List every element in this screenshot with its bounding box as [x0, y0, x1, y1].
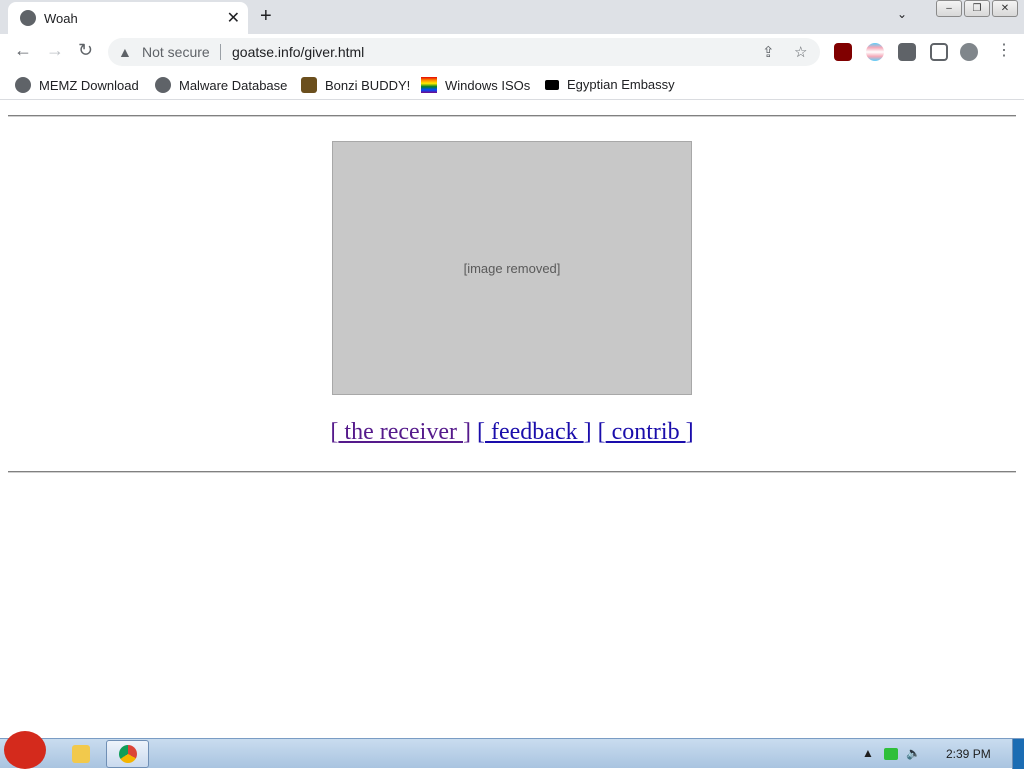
- bookmark-label: Windows ISOs: [445, 77, 531, 93]
- back-button[interactable]: ←: [14, 40, 32, 61]
- new-tab-button[interactable]: +: [260, 5, 272, 28]
- minimize-button[interactable]: –: [936, 0, 962, 17]
- link-feedback[interactable]: [ feedback ]: [477, 419, 592, 445]
- nav-links: [ the receiver ] [ feedback ] [ contrib …: [0, 419, 1024, 446]
- omnibox-separator: [220, 44, 221, 60]
- bookmark-windows-isos[interactable]: Windows ISOs: [421, 77, 530, 93]
- top-rule: [8, 115, 1016, 117]
- bookmark-star-icon[interactable]: ☆: [794, 43, 807, 61]
- bonzi-icon: [301, 77, 317, 93]
- browser-toolbar: ← → ↻ ▲ Not secure goatse.info/giver.htm…: [0, 34, 1024, 70]
- tab-search-icon[interactable]: ⌄: [897, 7, 907, 21]
- ublock-extension-icon[interactable]: [834, 43, 852, 61]
- globe-icon: [155, 77, 171, 93]
- taskbar-chrome-button[interactable]: [106, 740, 149, 768]
- reload-button[interactable]: ↻: [78, 40, 93, 61]
- show-desktop-button[interactable]: [1012, 739, 1024, 769]
- address-bar[interactable]: ▲ Not secure goatse.info/giver.html ⇪ ☆: [108, 38, 820, 66]
- link-the-receiver[interactable]: [ the receiver ]: [330, 419, 471, 445]
- share-icon[interactable]: ⇪: [762, 43, 775, 61]
- image-placeholder: [image removed]: [332, 141, 692, 395]
- url-text[interactable]: goatse.info/giver.html: [232, 44, 364, 60]
- network-icon[interactable]: [884, 748, 898, 760]
- link-contrib[interactable]: [ contrib ]: [598, 419, 694, 445]
- file-explorer-icon[interactable]: [72, 745, 90, 763]
- window-controls: – ❐ ✕: [936, 0, 1018, 17]
- tab-strip: Woah ✕ + ⌄ – ❐ ✕: [0, 0, 1024, 34]
- close-tab-icon[interactable]: ✕: [227, 8, 240, 28]
- extensions-puzzle-icon[interactable]: [898, 43, 916, 61]
- forward-button[interactable]: →: [46, 40, 64, 61]
- bookmark-memz[interactable]: MEMZ Download: [15, 77, 139, 93]
- warning-icon[interactable]: ▲: [118, 44, 132, 60]
- active-tab[interactable]: Woah ✕: [8, 2, 248, 34]
- rainbow-flag-icon: [421, 77, 437, 93]
- bookmarks-bar: MEMZ Download Malware Database Bonzi BUD…: [0, 70, 1024, 100]
- flag-extension-icon[interactable]: [866, 43, 884, 61]
- bookmark-malware-database[interactable]: Malware Database: [155, 77, 287, 93]
- tab-title: Woah: [44, 11, 78, 26]
- bookmark-egyptian-embassy[interactable]: Egyptian Embassy: [545, 77, 675, 92]
- chrome-icon: [119, 745, 137, 763]
- bookmark-label: Bonzi BUDDY!: [325, 77, 411, 93]
- bookmark-label: Egyptian Embassy: [567, 77, 675, 92]
- browser-menu-icon[interactable]: ⋮: [996, 40, 1012, 60]
- bottom-rule: [8, 471, 1016, 473]
- security-status[interactable]: Not secure: [142, 44, 210, 60]
- bookmark-label: Malware Database: [179, 77, 288, 93]
- bookmark-bonzi-buddy[interactable]: Bonzi BUDDY!: [301, 77, 410, 93]
- taskbar: ▲ 🔈 2:39 PM: [0, 731, 1024, 769]
- page-content: [image removed] [ the receiver ] [ feedb…: [0, 101, 1024, 738]
- volume-icon[interactable]: 🔈: [906, 746, 921, 760]
- globe-icon: [20, 10, 36, 26]
- restore-button[interactable]: ❐: [964, 0, 990, 17]
- side-panel-icon[interactable]: [930, 43, 948, 61]
- bookmark-label: MEMZ Download: [39, 77, 139, 93]
- clock[interactable]: 2:39 PM: [946, 747, 991, 761]
- globe-icon: [15, 77, 31, 93]
- wix-icon: [545, 79, 559, 90]
- profile-avatar-icon[interactable]: [960, 43, 978, 61]
- tray-overflow-icon[interactable]: ▲: [862, 746, 874, 760]
- start-button-bird-icon[interactable]: [4, 731, 46, 769]
- close-window-button[interactable]: ✕: [992, 0, 1018, 17]
- image-placeholder-label: [image removed]: [463, 260, 561, 276]
